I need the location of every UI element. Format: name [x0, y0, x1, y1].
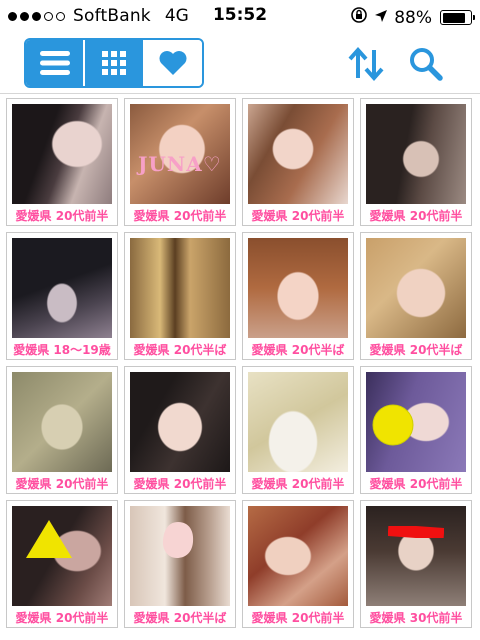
profile-card[interactable]: 愛媛県 20代半ば — [360, 232, 472, 360]
toolbar — [0, 32, 480, 94]
battery-fill — [442, 12, 466, 23]
profile-grid: 愛媛県 20代前半 JUNA♡ 愛媛県 20代前半 愛媛県 20代前半 愛媛県 … — [6, 98, 474, 634]
search-button[interactable] — [406, 44, 446, 84]
profile-card[interactable]: 愛媛県 20代前半 — [360, 98, 472, 226]
search-icon — [410, 48, 443, 81]
profile-card[interactable]: 愛媛県 20代半ば — [124, 500, 236, 628]
profile-photo[interactable] — [248, 104, 348, 204]
profile-photo[interactable] — [12, 238, 112, 338]
profile-caption: 愛媛県 20代前半 — [251, 209, 345, 223]
profile-photo[interactable] — [130, 506, 230, 606]
status-right: 88% — [350, 6, 475, 29]
profile-card[interactable]: 愛媛県 20代前半 — [242, 366, 354, 494]
profile-caption: 愛媛県 20代前半 — [133, 209, 227, 223]
profile-card[interactable]: 愛媛県 20代前半 — [242, 500, 354, 628]
grid-row: 愛媛県 20代前半 愛媛県 20代半ば 愛媛県 20代前半 愛媛県 30代前半 — [6, 500, 474, 628]
privacy-circle-mark — [372, 404, 414, 446]
profile-card[interactable]: JUNA♡ 愛媛県 20代前半 — [124, 98, 236, 226]
orientation-lock-icon — [350, 6, 368, 29]
photo-overlay-text: JUNA♡ — [138, 152, 222, 176]
profile-caption: 愛媛県 20代前半 — [369, 477, 463, 491]
profile-caption: 愛媛県 20代前半 — [251, 477, 345, 491]
grid-row: 愛媛県 18〜19歳 愛媛県 20代半ば 愛媛県 20代半ば 愛媛県 20代半ば — [6, 232, 474, 360]
privacy-bar-mark — [388, 526, 444, 538]
profile-caption: 愛媛県 20代半ば — [251, 343, 345, 357]
profile-caption: 愛媛県 20代前半 — [251, 611, 345, 625]
profile-card[interactable]: 愛媛県 18〜19歳 — [6, 232, 118, 360]
profile-photo[interactable] — [248, 238, 348, 338]
profile-caption: 愛媛県 20代半ば — [133, 343, 227, 357]
profile-photo[interactable] — [248, 506, 348, 606]
profile-card[interactable]: 愛媛県 20代前半 — [6, 98, 118, 226]
privacy-triangle-mark — [26, 520, 72, 558]
profile-photo[interactable] — [366, 238, 466, 338]
profile-card[interactable]: 愛媛県 20代前半 — [360, 366, 472, 494]
status-bar: SoftBank 4G 15:52 88% — [0, 0, 480, 32]
profile-photo[interactable]: JUNA♡ — [130, 104, 230, 204]
profile-card[interactable]: 愛媛県 20代前半 — [6, 500, 118, 628]
grid-row: 愛媛県 20代前半 愛媛県 20代前半 愛媛県 20代前半 愛媛県 20代前半 — [6, 366, 474, 494]
location-icon — [374, 8, 388, 28]
profile-photo[interactable] — [12, 506, 112, 606]
profile-caption: 愛媛県 20代前半 — [15, 477, 109, 491]
sort-button[interactable] — [346, 44, 386, 84]
profile-photo[interactable] — [366, 104, 466, 204]
privacy-blob-mark — [162, 522, 194, 558]
profile-photo[interactable] — [130, 372, 230, 472]
profile-caption: 愛媛県 20代前半 — [369, 209, 463, 223]
profile-photo[interactable] — [12, 372, 112, 472]
list-view-button[interactable] — [26, 40, 84, 86]
profile-caption: 愛媛県 20代前半 — [15, 611, 109, 625]
grid-view-button[interactable] — [83, 40, 143, 86]
heart-icon — [159, 51, 187, 75]
profile-photo[interactable] — [366, 506, 466, 606]
profile-card[interactable]: 愛媛県 20代半ば — [242, 232, 354, 360]
favorites-view-button[interactable] — [142, 40, 202, 86]
sort-icon — [348, 47, 384, 81]
profile-card[interactable]: 愛媛県 20代前半 — [6, 366, 118, 494]
profile-photo[interactable] — [12, 104, 112, 204]
profile-card[interactable]: 愛媛県 20代半ば — [124, 232, 236, 360]
profile-caption: 愛媛県 20代半ば — [369, 343, 463, 357]
profile-photo[interactable] — [366, 372, 466, 472]
profile-caption: 愛媛県 30代前半 — [369, 611, 463, 625]
grid-icon — [101, 51, 126, 75]
profile-caption: 愛媛県 20代前半 — [15, 209, 109, 223]
profile-card[interactable]: 愛媛県 30代前半 — [360, 500, 472, 628]
battery-icon — [440, 10, 475, 25]
profile-card[interactable]: 愛媛県 20代前半 — [242, 98, 354, 226]
grid-row: 愛媛県 20代前半 JUNA♡ 愛媛県 20代前半 愛媛県 20代前半 愛媛県 … — [6, 98, 474, 226]
battery-percent: 88% — [394, 7, 432, 28]
profile-caption: 愛媛県 20代前半 — [133, 477, 227, 491]
profile-caption: 愛媛県 20代半ば — [133, 611, 227, 625]
profile-caption: 愛媛県 18〜19歳 — [13, 343, 111, 357]
view-mode-switcher — [24, 38, 204, 88]
profile-photo[interactable] — [248, 372, 348, 472]
list-icon — [39, 51, 70, 75]
profile-photo[interactable] — [130, 238, 230, 338]
profile-card[interactable]: 愛媛県 20代前半 — [124, 366, 236, 494]
